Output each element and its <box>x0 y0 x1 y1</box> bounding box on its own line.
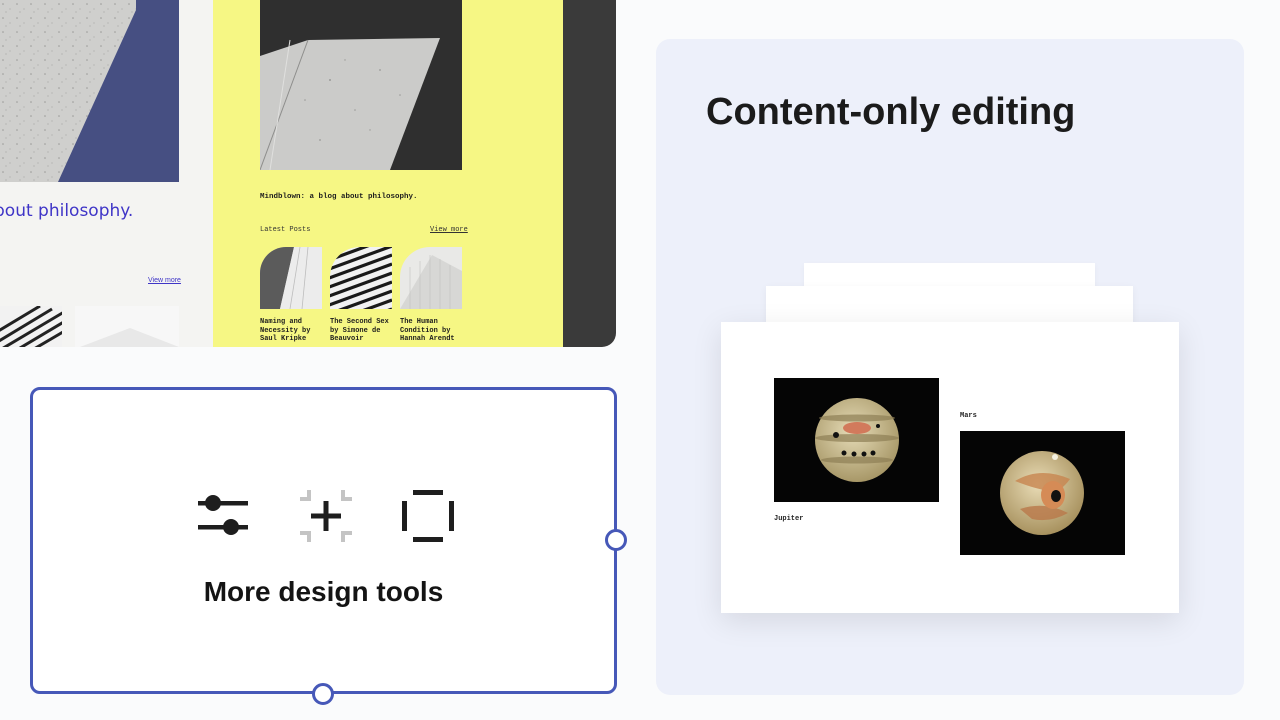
resize-handle-right[interactable] <box>605 529 627 551</box>
sliders-icon <box>198 495 248 535</box>
view-more-link[interactable]: View more <box>430 226 468 234</box>
post-card[interactable]: Naming and Necessity by Saul Kripke <box>260 247 322 344</box>
post-card[interactable]: The Second Sex by Simone de Beauvoir <box>330 247 392 344</box>
post-card[interactable]: The Human Condition by Hannah Arendt <box>400 247 462 344</box>
site-tagline: bout philosophy. <box>0 201 134 221</box>
dimensions-icon <box>402 490 454 542</box>
image-caption: Jupiter <box>774 515 804 523</box>
image-caption: Mars <box>960 412 977 420</box>
concrete-hero-image <box>0 0 136 182</box>
spacing-icon <box>300 490 352 542</box>
mars-image[interactable] <box>960 431 1125 555</box>
jupiter-image[interactable] <box>774 378 939 502</box>
design-tools-block[interactable]: More design tools <box>30 387 617 694</box>
striped-thumbnail <box>0 306 62 347</box>
site-preview-right: Mindblown: a blog about philosophy. Late… <box>213 0 563 347</box>
content-only-editing-card: Content-only editing Jupiter Mars <box>656 39 1244 695</box>
post-thumbnail <box>260 247 322 309</box>
post-title: The Second Sex by Simone de Beauvoir <box>330 318 389 343</box>
post-thumbnail <box>400 247 462 309</box>
site-preview: bout philosophy. View more Mindblown: a … <box>0 0 616 347</box>
editable-page[interactable]: Jupiter Mars <box>721 322 1179 613</box>
resize-handle-bottom[interactable] <box>312 683 334 705</box>
card-title: Content-only editing <box>706 91 1076 133</box>
building-thumbnail <box>75 306 179 347</box>
latest-posts-label: Latest Posts <box>260 226 311 234</box>
post-title: The Human Condition by Hannah Arendt <box>400 318 455 343</box>
stacked-page <box>766 286 1133 326</box>
site-preview-left: bout philosophy. View more <box>0 0 213 347</box>
post-title: Naming and Necessity by Saul Kripke <box>260 318 311 343</box>
site-blurb: Mindblown: a blog about philosophy. <box>260 193 418 201</box>
tools-title: More design tools <box>203 576 444 607</box>
view-more-link[interactable]: View more <box>148 277 181 284</box>
concrete-hero-image <box>260 0 462 170</box>
post-thumbnail <box>330 247 392 309</box>
